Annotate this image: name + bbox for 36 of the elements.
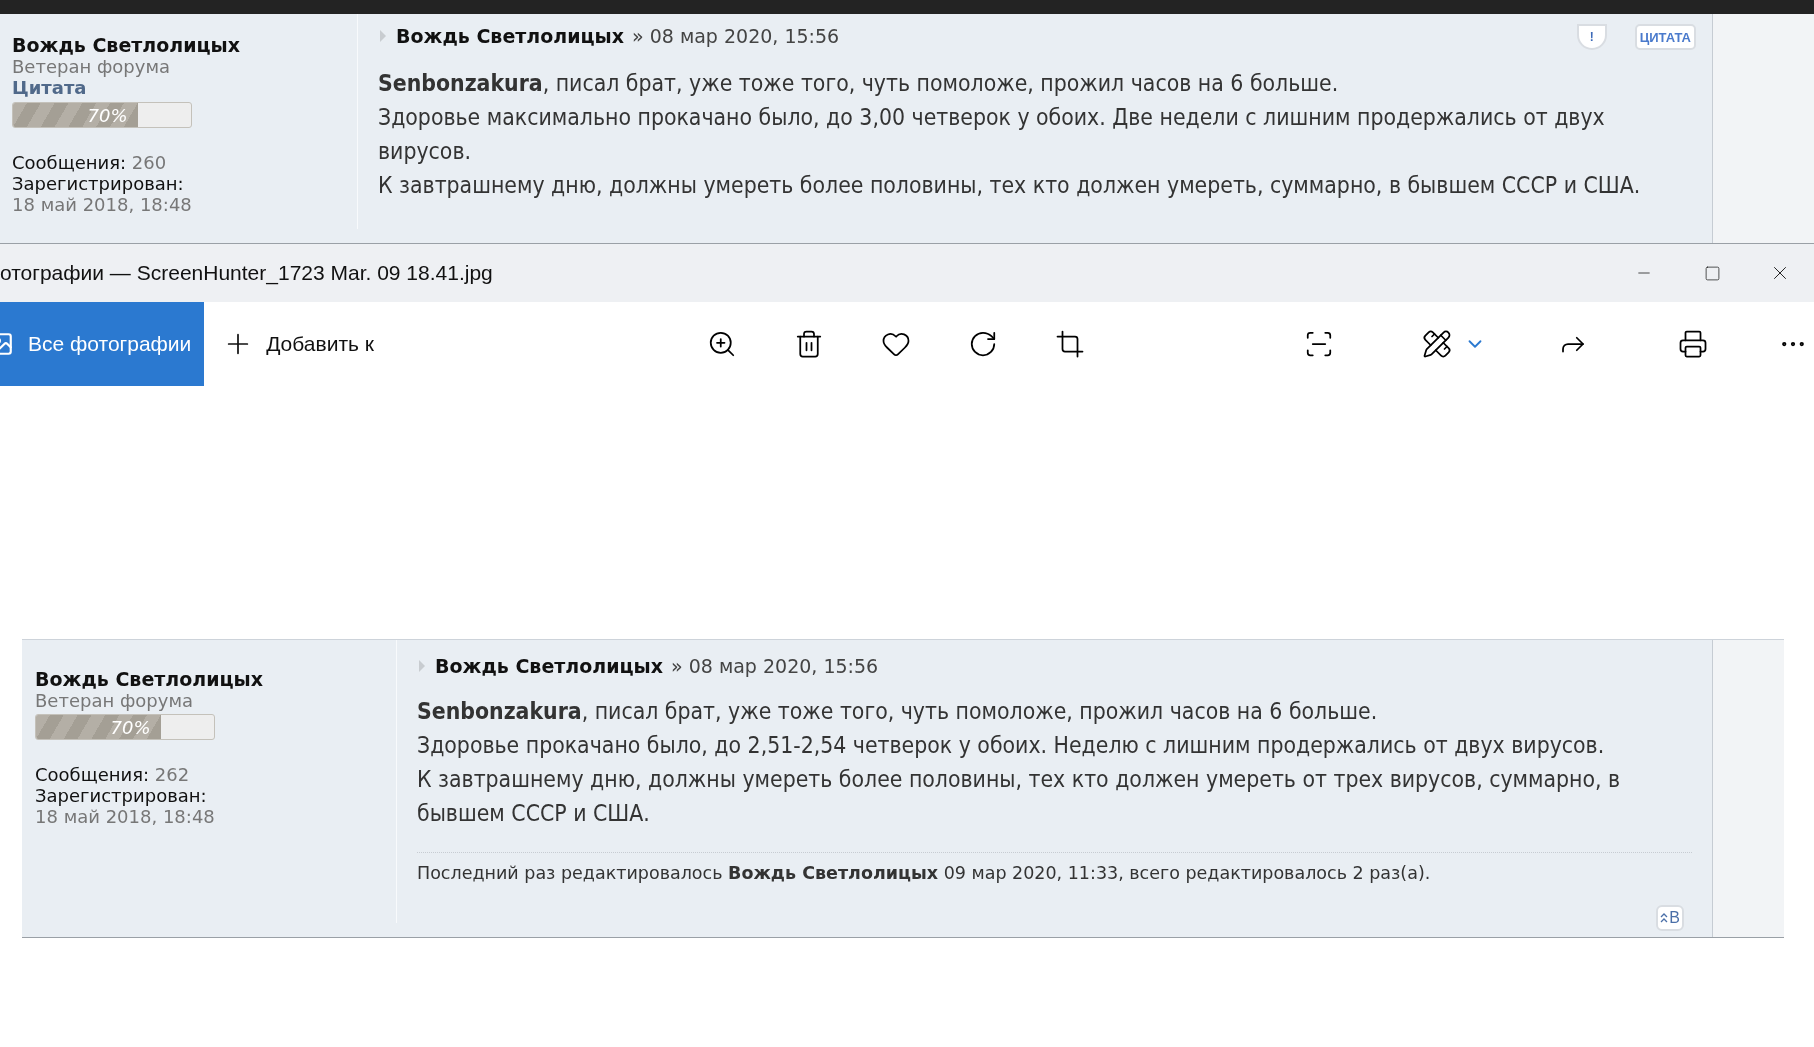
- maximize-icon[interactable]: [1703, 264, 1721, 282]
- user-rank: Ветеран форума: [35, 690, 195, 711]
- post-author[interactable]: Вождь Светлолицых: [396, 24, 624, 48]
- post-arrow-icon: [378, 29, 388, 43]
- post-text: Здоровье максимально прокачано было, до 3,00 четверок у обоих. Две недели с лишним продержались от двух вирусов.: [378, 103, 1606, 166]
- post-author[interactable]: Вождь Светлолицых: [435, 654, 663, 678]
- post-text: Senbonzakura, писал брат, уже тоже того, чуть помоложе, прожил часов на 6 больше.: [378, 69, 1340, 98]
- stat-value: 260: [131, 152, 167, 173]
- stat-label: Зарегистрирован:: [35, 785, 207, 806]
- user-title: Цитата: [12, 77, 88, 99]
- stat-label: Сообщения:: [35, 764, 150, 785]
- reputation-percent: 70%: [110, 716, 152, 738]
- stat-value: 18 май 2018, 18:48: [12, 194, 192, 215]
- window-title: отографии — ScreenHunter_1723 Mar. 09 18.41.jpg: [0, 261, 494, 285]
- stat-label: Сообщения:: [12, 152, 127, 173]
- post-text: Senbonzakura, писал брат, уже тоже того, чуть помоложе, прожил часов на 6 больше.: [417, 697, 1379, 726]
- post-text: К завтрашнему дню, должны умереть более половины, тех кто должен умереть, суммарно, в бывшем СССР и США.: [378, 171, 1642, 200]
- post-date: » 08 мар 2020, 15:56: [632, 24, 840, 48]
- report-button[interactable]: !: [1576, 24, 1607, 50]
- quote-button[interactable]: ЦИТАТА: [1634, 24, 1696, 50]
- all-photos-button[interactable]: Все фотографии: [0, 302, 205, 386]
- stat-label: Зарегистрирован:: [12, 173, 184, 194]
- stat-value: 18 май 2018, 18:48: [35, 806, 215, 827]
- author-name[interactable]: Вождь Светлолицых: [35, 668, 396, 690]
- reputation-percent: 70%: [87, 104, 129, 126]
- double-arrow-up-icon: [1660, 913, 1669, 923]
- post-arrow-icon: [417, 659, 427, 673]
- user-rank: Ветеран форума: [12, 56, 172, 77]
- author-name[interactable]: Вождь Светлолицых: [12, 34, 357, 56]
- add-to-button[interactable]: Добавить к: [222, 314, 374, 374]
- stat-value: 262: [154, 764, 190, 785]
- post-date: » 08 мар 2020, 15:56: [671, 654, 879, 678]
- post-text: К завтрашнему дню, должны умереть более половины, тех кто должен умереть от трех вирусов, суммарно, в бывшем СССР и США.: [417, 765, 1622, 828]
- post-text: Здоровье прокачано было, до 2,51-2,54 четверок у обоих. Неделю с лишним продержались от двух вирусов.: [417, 731, 1606, 760]
- back-to-top-button[interactable]: В: [1656, 905, 1684, 931]
- edit-note: Последний раз редактировалось Вождь Светлолицых 09 мар 2020, 11:33, всего редактировалось 2 раз(а).: [417, 863, 1431, 883]
